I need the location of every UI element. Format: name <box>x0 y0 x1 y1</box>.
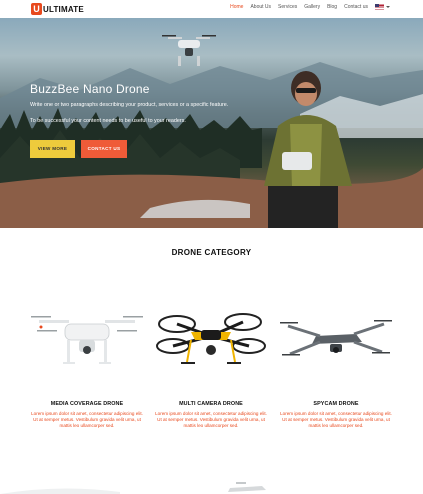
hero-description: Write one or two paragraphs describing y… <box>30 102 229 108</box>
main-nav: Home About Us Services Gallery Blog Cont… <box>230 4 390 10</box>
site-header: U ULTIMATE Home About Us Services Galler… <box>0 0 423 18</box>
nav-about-us[interactable]: About Us <box>250 4 271 10</box>
view-more-button[interactable]: VIEW MORE <box>30 140 75 158</box>
multi-camera-drone-image <box>156 313 266 364</box>
hero-title: BuzzBee Nano Drone <box>30 82 150 96</box>
logo-mark: U <box>31 3 42 15</box>
card-title: MULTI CAMERA DRONE <box>179 401 243 407</box>
spycam-drone-image <box>280 320 392 356</box>
us-flag-icon[interactable] <box>375 4 384 10</box>
contact-us-button[interactable]: CONTACT US <box>81 140 127 158</box>
drone-card-multi-camera[interactable]: MULTI CAMERA DRONE Lorem ipsum dolor sit… <box>151 300 271 428</box>
card-title: SPYCAM DRONE <box>313 401 359 407</box>
card-description: Lorem ipsum dolor sit amet, consectetur … <box>155 411 267 428</box>
card-title: MEDIA COVERAGE DRONE <box>50 401 124 407</box>
card-description: Lorem ipsum dolor sit amet, consectetur … <box>280 411 392 428</box>
logo[interactable]: U ULTIMATE <box>31 3 84 15</box>
next-section-image <box>0 482 266 494</box>
hero-subtext: To be successful your content needs to b… <box>30 118 186 124</box>
drone-card-media-coverage[interactable]: MEDIA COVERAGE DRONE Lorem ipsum dolor s… <box>27 300 147 428</box>
nav-gallery[interactable]: Gallery <box>304 4 320 10</box>
next-section-preview <box>0 470 423 494</box>
media-coverage-drone-image <box>31 316 143 364</box>
nav-services[interactable]: Services <box>278 4 297 10</box>
section-title: DRONE CATEGORY <box>171 248 252 257</box>
card-description: Lorem ipsum dolor sit amet, consectetur … <box>31 411 143 428</box>
nav-contact-us[interactable]: Contact us <box>344 4 368 10</box>
chevron-down-icon[interactable] <box>386 6 390 8</box>
logo-text: ULTIMATE <box>43 4 84 14</box>
nav-blog[interactable]: Blog <box>327 4 337 10</box>
hero-banner: BuzzBee Nano Drone Write one or two para… <box>0 18 423 228</box>
drone-card-spycam[interactable]: SPYCAM DRONE Lorem ipsum dolor sit amet,… <box>276 300 396 428</box>
nav-home[interactable]: Home <box>230 4 243 10</box>
